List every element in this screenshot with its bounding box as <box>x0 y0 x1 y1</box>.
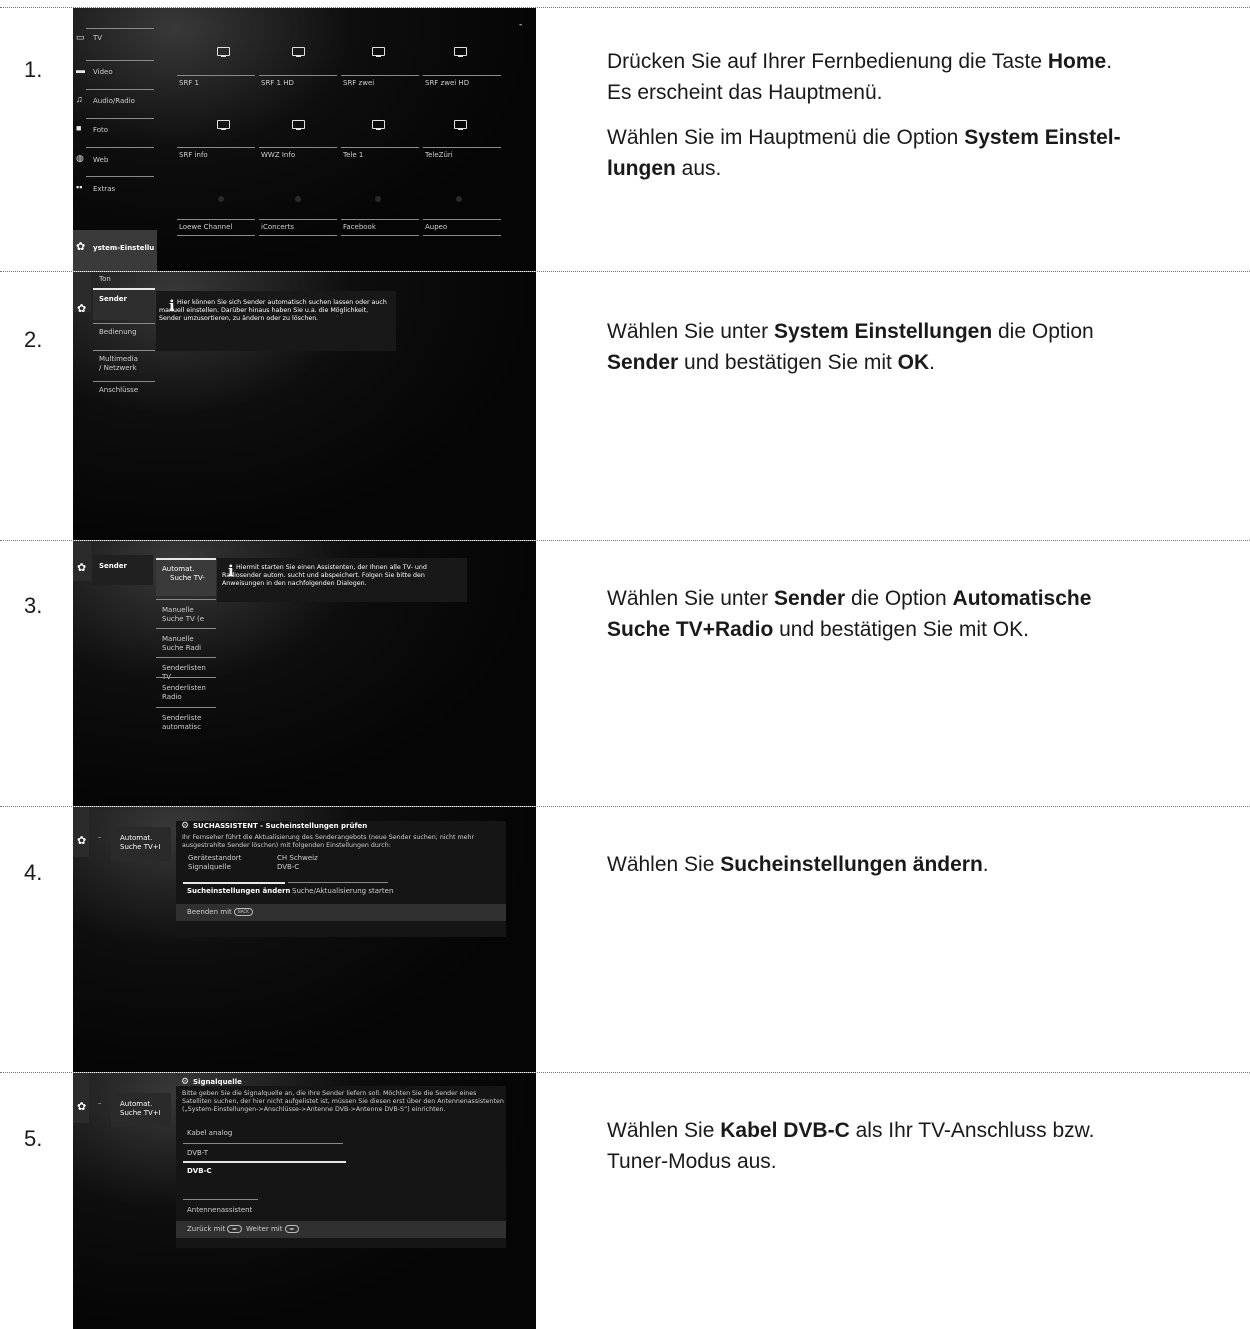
channel-tile[interactable]: Tele 1 <box>343 151 363 159</box>
gear-icon: ✿ <box>77 835 87 847</box>
extras-icon: ▪▪ <box>76 182 83 192</box>
menu-item-manual-tv[interactable]: Manuelle <box>162 606 194 614</box>
menu-item-multimedia-2: / Netzwerk <box>99 364 137 372</box>
menu-item-sender[interactable]: Sender <box>99 295 127 303</box>
menu-item-audio: Audio/Radio <box>93 97 135 105</box>
gears-icon: ⚙ <box>181 1076 190 1086</box>
menu-item-bedienung[interactable]: Bedienung <box>99 328 137 336</box>
location-label: Gerätestandort <box>188 854 242 862</box>
step-number: 1. <box>24 57 43 82</box>
tv-icon: ▭ <box>76 32 85 42</box>
gears-icon: ⚙ <box>181 820 190 830</box>
start-search-button[interactable]: Suche/Aktualisierung starten <box>292 887 393 895</box>
menu-item-tv: TV <box>93 34 103 42</box>
left-item-sender: Sender <box>99 562 127 570</box>
globe-icon: ◍ <box>76 153 84 163</box>
tv-icon <box>217 47 230 57</box>
channel-tile[interactable]: SRF zwei <box>343 79 374 87</box>
left-item-auto-search: Automat. <box>120 834 153 842</box>
screenshot-sender-menu: ✿ Sender Automat. Suche TV- Manuelle Suc… <box>73 541 536 806</box>
app-tile[interactable]: Facebook <box>343 223 376 231</box>
menu-item-system-settings[interactable]: ystem-Einstellu <box>93 244 154 252</box>
step-3-text: Wählen Sie unter Sender die Option Autom… <box>607 587 1092 641</box>
info-text: Hiermit starten Sie einen Assistenten, d… <box>222 564 427 587</box>
screenshot-signal-source: ✿ – Automat. Suche TV+I ⚙ Signalquelle B… <box>73 1073 536 1329</box>
channel-tile[interactable]: TeleZüri <box>425 151 453 159</box>
camera-icon: ■ <box>76 123 82 133</box>
menu-item-foto: Foto <box>93 126 109 134</box>
app-tile[interactable]: iConcerts <box>261 223 294 231</box>
step-number: 4. <box>24 860 43 885</box>
tv-icon <box>454 47 467 57</box>
change-settings-button[interactable]: Sucheinstellungen ändern <box>187 887 290 895</box>
menu-item-video: Video <box>93 68 113 76</box>
left-right-key: ◄► <box>284 1225 299 1233</box>
screenshot-system-settings: ✿ Ton Sender Bedienung Multimedia / Netz… <box>73 272 536 540</box>
menu-item-ton: Ton <box>99 275 111 283</box>
option-dvb-c[interactable]: DVB-C <box>187 1167 212 1175</box>
gear-icon: ✿ <box>77 562 87 574</box>
video-icon: ▬ <box>76 65 85 75</box>
screenshot-search-assistant: ✿ – Automat. Suche TV+I ⚙ SUCHASSISTENT … <box>73 807 536 1072</box>
dialog-title: Signalquelle <box>193 1078 242 1086</box>
dialog-text: Bitte geben Sie die Signalquelle an, die… <box>182 1090 504 1113</box>
tv-icon <box>372 120 385 130</box>
tv-icon <box>292 120 305 130</box>
channel-tile[interactable]: WWZ Info <box>261 151 295 159</box>
menu-item-multimedia[interactable]: Multimedia <box>99 355 138 363</box>
step-2-text: Wählen Sie unter System Einstellungen di… <box>607 320 1094 374</box>
step-number: 5. <box>24 1126 43 1151</box>
menu-item-auto-search-2: Suche TV- <box>170 574 205 582</box>
step-number: 3. <box>24 593 43 618</box>
tv-icon <box>454 120 467 130</box>
menu-item-list-radio[interactable]: Senderlisten <box>162 684 206 692</box>
footer-nav: Zurück mit ◄► Weiter mit ◄► <box>187 1225 299 1233</box>
footer-exit: Beenden mit BACK <box>187 908 253 916</box>
option-dvb-t[interactable]: DVB-T <box>187 1149 208 1157</box>
menu-item-list-auto[interactable]: Senderliste <box>162 714 201 722</box>
antenna-assistant-button[interactable]: Antennenassistent <box>187 1206 252 1214</box>
tv-icon <box>217 120 230 130</box>
left-item-auto-search: Automat. <box>120 1100 153 1108</box>
step-1-text: Drücken Sie auf Ihrer Fernbedienung die … <box>607 50 1121 180</box>
step-4-text: Wählen Sie Sucheinstellungen ändern. <box>607 853 989 876</box>
channel-tile[interactable]: SRF 1 <box>179 79 199 87</box>
info-text: Hier können Sie sich Sender automatisch … <box>159 299 387 322</box>
left-right-key: ◄► <box>227 1225 242 1233</box>
channel-tile[interactable]: SRF zwei HD <box>425 79 469 87</box>
screenshot-home-menu: ▭ TV ▬ Video ♫ Audio/Radio ■ Foto ◍ Web … <box>73 8 536 271</box>
source-label: Signalquelle <box>188 863 231 871</box>
gear-icon: ✿ <box>77 1101 87 1113</box>
menu-item-list-tv[interactable]: Senderlisten <box>162 664 206 672</box>
app-tile[interactable]: Loewe Channel <box>179 223 232 231</box>
gear-icon: ✿ <box>77 303 87 315</box>
option-kabel-analog[interactable]: Kabel analog <box>187 1129 232 1137</box>
app-tile[interactable]: Aupeo <box>425 223 447 231</box>
location-value: CH Schweiz <box>277 854 318 862</box>
menu-item-web: Web <box>93 156 109 164</box>
back-key: BACK <box>234 908 253 916</box>
menu-item-manual-radio[interactable]: Manuelle <box>162 635 194 643</box>
step-number: 2. <box>24 327 43 352</box>
step-5-text: Wählen Sie Kabel DVB-C als Ihr TV-Anschl… <box>607 1119 1095 1173</box>
gear-icon: ✿ <box>76 241 86 253</box>
menu-item-extras: Extras <box>93 185 116 193</box>
channel-tile[interactable]: SRF info <box>179 151 208 159</box>
source-value: DVB-C <box>277 863 300 871</box>
channel-tile[interactable]: SRF 1 HD <box>261 79 294 87</box>
menu-item-auto-search[interactable]: Automat. <box>162 565 194 573</box>
dialog-text: Ihr Fernseher führt die Aktualisierung d… <box>182 834 475 849</box>
tv-icon <box>372 47 385 57</box>
tv-icon <box>292 47 305 57</box>
dialog-title: SUCHASSISTENT - Sucheinstellungen prüfen <box>193 822 368 830</box>
menu-item-anschluesse[interactable]: Anschlüsse <box>99 386 138 394</box>
music-icon: ♫ <box>76 94 83 104</box>
